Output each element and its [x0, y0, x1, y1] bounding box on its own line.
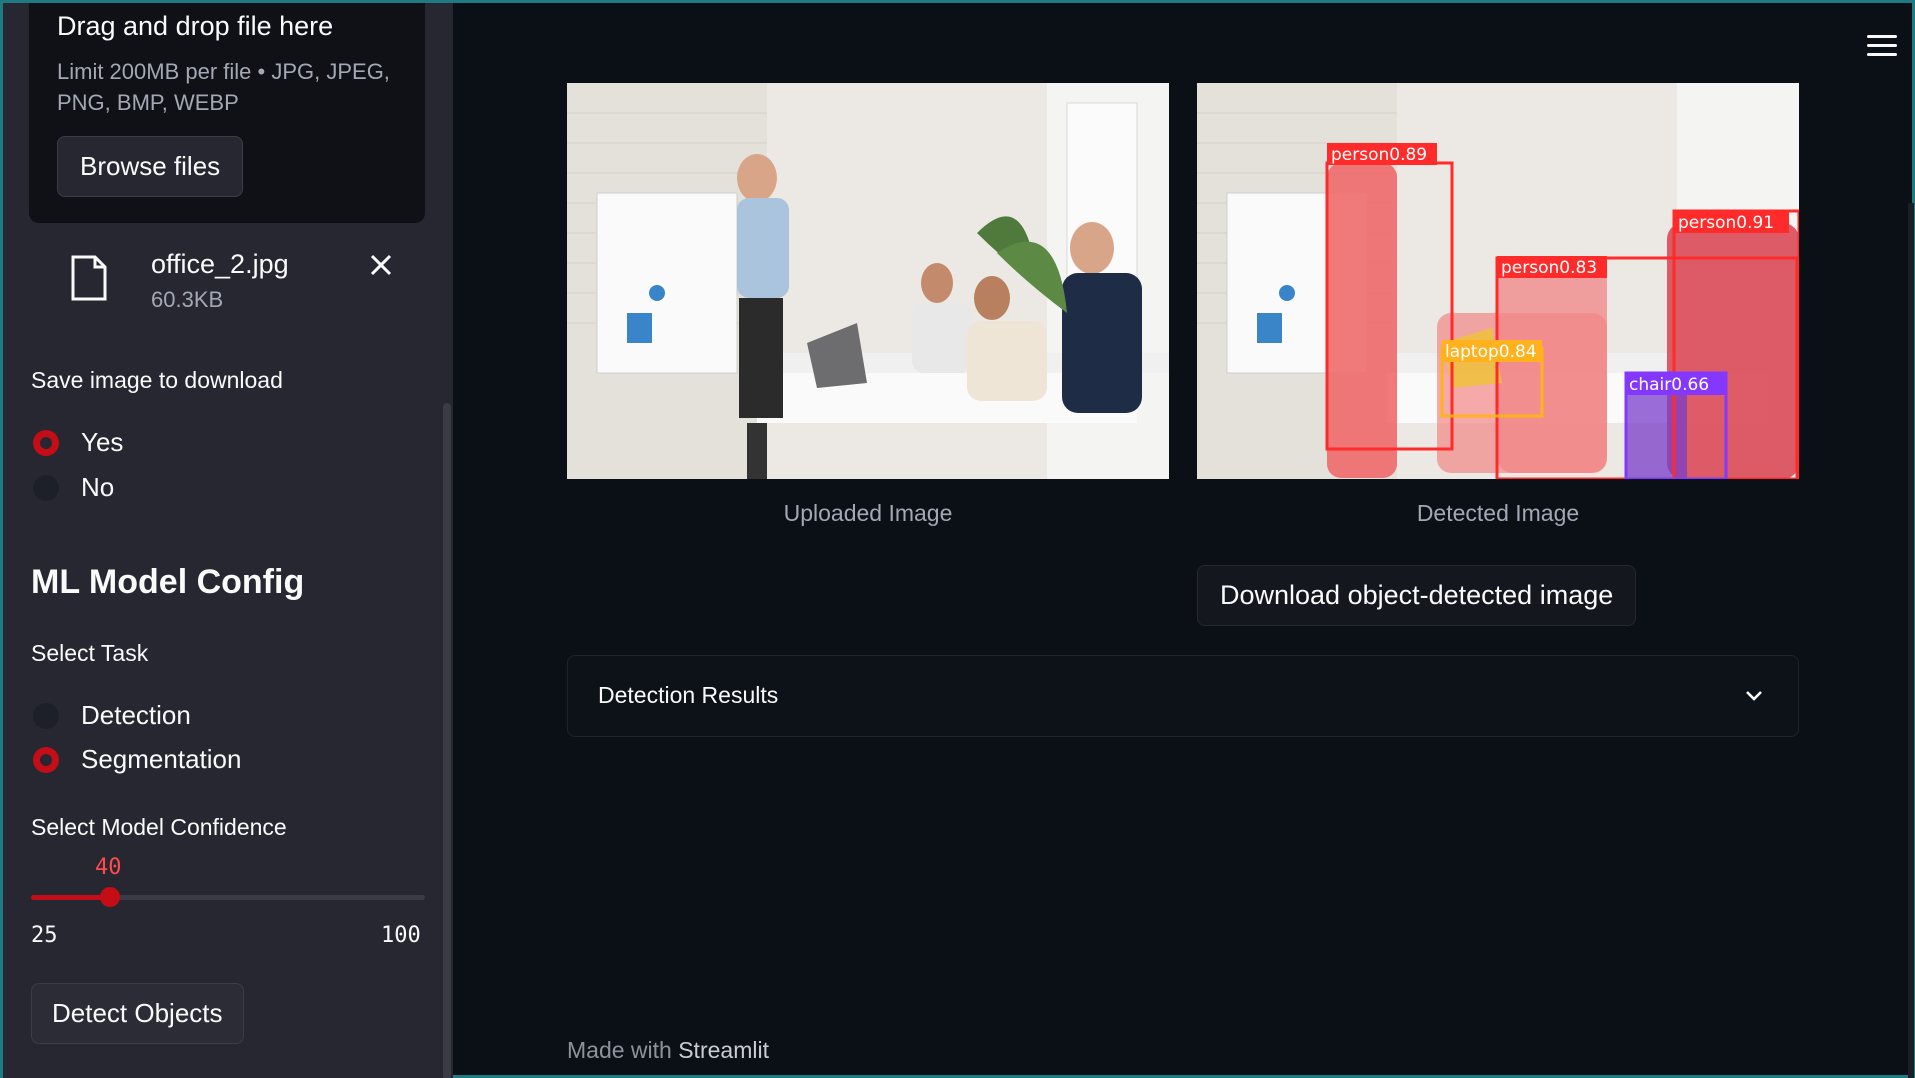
expander-label: Detection Results	[598, 682, 779, 708]
detection-label: laptop0.84	[1445, 342, 1537, 362]
streamlit-link[interactable]: Streamlit	[678, 1037, 769, 1063]
footer-prefix: Made with	[567, 1037, 679, 1063]
radio-label: No	[81, 472, 115, 502]
file-icon	[71, 255, 107, 301]
uploaded-file-row: office_2.jpg 60.3KB	[29, 243, 425, 323]
file-name: office_2.jpg	[151, 249, 289, 279]
detection-label: chair0.66	[1629, 375, 1709, 395]
confidence-label: Select Model Confidence	[31, 814, 287, 840]
uploaded-image	[567, 83, 1169, 479]
detection-label: person0.89	[1331, 145, 1427, 165]
radio-label: Detection	[81, 700, 191, 730]
footer: Made with Streamlit	[567, 1037, 769, 1064]
sidebar-scrollbar[interactable]	[443, 403, 451, 1078]
radio-button[interactable]	[33, 746, 59, 773]
dropzone-title: Drag and drop file here	[57, 11, 334, 41]
detected-office-photo: person0.89 person0.91 person0.83 laptop0…	[1197, 83, 1799, 479]
radio-task-segmentation[interactable]: Segmentation	[33, 744, 241, 775]
menu-icon[interactable]	[1867, 35, 1897, 57]
file-size: 60.3KB	[151, 287, 224, 312]
save-image-label: Save image to download	[31, 367, 283, 393]
file-dropzone[interactable]: Drag and drop file here Limit 200MB per …	[29, 3, 425, 223]
radio-save-no[interactable]: No	[33, 472, 114, 503]
slider-thumb[interactable]	[99, 887, 120, 907]
radio-label: Segmentation	[81, 744, 242, 774]
browse-files-button[interactable]: Browse files	[57, 136, 244, 197]
slider-min: 25	[31, 923, 58, 948]
detected-image-caption: Detected Image	[1416, 500, 1580, 526]
chevron-down-icon	[1746, 691, 1762, 701]
radio-save-yes[interactable]: Yes	[33, 427, 123, 458]
detection-label: person0.91	[1678, 213, 1774, 233]
download-image-button[interactable]: Download object-detected image	[1197, 565, 1637, 626]
detection-results-expander[interactable]: Detection Results	[567, 655, 1799, 737]
main-scrollbar[interactable]	[1908, 203, 1914, 1078]
select-task-label: Select Task	[31, 640, 149, 666]
detection-label: person0.83	[1501, 258, 1597, 278]
detected-image: person0.89 person0.91 person0.83 laptop0…	[1197, 83, 1799, 479]
ml-config-title: ML Model Config	[31, 563, 305, 601]
radio-task-detection[interactable]: Detection	[33, 700, 191, 731]
radio-button[interactable]	[33, 702, 59, 729]
sidebar: Drag and drop file here Limit 200MB per …	[3, 3, 453, 1078]
slider-value: 40	[95, 855, 122, 880]
dropzone-limit: Limit 200MB per file • JPG, JPEG, PNG, B…	[57, 59, 390, 115]
office-photo	[567, 83, 1169, 479]
close-icon[interactable]	[369, 253, 393, 277]
radio-button[interactable]	[33, 474, 59, 501]
confidence-slider[interactable]	[31, 887, 425, 907]
radio-label: Yes	[81, 427, 124, 457]
slider-max: 100	[381, 923, 421, 948]
detect-objects-button[interactable]: Detect Objects	[31, 983, 244, 1044]
radio-button[interactable]	[33, 429, 59, 456]
uploaded-image-caption: Uploaded Image	[783, 500, 953, 526]
slider-fill	[31, 895, 110, 900]
